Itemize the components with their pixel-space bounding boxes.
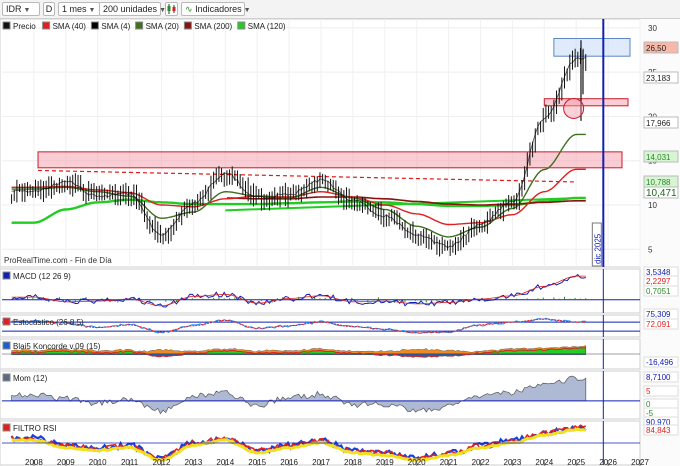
x-tick-label: 2015 xyxy=(248,458,266,466)
candlestick-icon-svg xyxy=(167,4,176,14)
panel-title: Blai5 Koncorde v.09 (15) xyxy=(13,342,101,351)
panel-tag-label: -16,496 xyxy=(646,358,674,367)
chevron-down-icon: ▼ xyxy=(243,7,251,14)
x-tick-label: 2024 xyxy=(535,458,553,466)
x-tick-label: 2016 xyxy=(280,458,298,466)
x-tick-label: 2018 xyxy=(344,458,362,466)
toolbar: IDR ▼ D 1 mes ▼ 200 unidades ▼ ∿ Indicadore… xyxy=(0,0,680,19)
symbol-label: IDR xyxy=(6,4,22,14)
x-tick-label: 2011 xyxy=(121,458,139,466)
x-tick-label: 2013 xyxy=(185,458,203,466)
x-tick-label: 2009 xyxy=(57,458,75,466)
x-tick-label: 2026 xyxy=(599,458,617,466)
highlight-circle xyxy=(563,97,585,119)
legend-swatch xyxy=(90,21,99,30)
x-tick-label: 2012 xyxy=(153,458,171,466)
chevron-down-icon: ▼ xyxy=(88,7,96,14)
x-tick-label: 2023 xyxy=(504,458,522,466)
period-label: 1 mes xyxy=(62,4,87,14)
x-tick-label: 2014 xyxy=(216,458,234,466)
legend-swatch xyxy=(183,21,192,30)
price-tag-label: 23,183 xyxy=(646,74,671,83)
panel-mom: Mom (12) 8,710050-5 xyxy=(0,370,679,420)
indicator-panels: MACD (12 26 9) 3,53482,22970,7051 Estocást… xyxy=(0,266,679,466)
x-tick-label: 2027 xyxy=(631,458,649,466)
legend-label: SMA (120) xyxy=(248,22,286,31)
panel-frame xyxy=(0,314,641,338)
price-tag-label: 17,966 xyxy=(646,119,671,128)
panel-tag-label: 5 xyxy=(646,387,651,396)
panel-title: Estocástico (26 8 5) xyxy=(13,318,84,327)
indicators-button[interactable]: ∿ Indicadores ▼ xyxy=(181,2,251,16)
panel-tag-label: 84,843 xyxy=(646,426,671,435)
panel-macd: MACD (12 26 9) 3,53482,22970,7051 xyxy=(0,266,679,314)
panel-tag-label: 0,7051 xyxy=(646,287,671,296)
price-tag-label: 10,788 xyxy=(646,178,671,187)
panel-title: FILTRO RSI xyxy=(13,424,56,433)
units-label: 200 unidades xyxy=(103,4,158,14)
vertical-marker-label: dic 2025 xyxy=(593,233,602,264)
x-tick-label: 2020 xyxy=(408,458,426,466)
panel-tag-label: 8,7100 xyxy=(646,373,671,382)
resistance-zone-red xyxy=(37,151,623,169)
panel-tag-label: 2,2297 xyxy=(646,277,671,286)
y-tick-label: 5 xyxy=(648,245,653,254)
legend-label: SMA (200) xyxy=(194,22,232,31)
panel-tag-label: 75,309 xyxy=(646,310,671,319)
x-tick-label: 2022 xyxy=(472,458,490,466)
panel-title: Mom (12) xyxy=(13,374,48,383)
panel-frame xyxy=(0,268,641,314)
panel-title: MACD (12 26 9) xyxy=(13,272,71,281)
units-selector[interactable]: 200 unidades ▼ xyxy=(99,2,166,16)
price-tag-label: 26,50 xyxy=(646,44,667,53)
legend-label: Precio xyxy=(13,22,36,31)
source-label: ProRealTime.com - Fin de Día xyxy=(4,256,112,265)
panel-legend-swatch xyxy=(2,317,11,326)
panel-tag-label: 72,091 xyxy=(646,320,671,329)
x-tick-label: 2025 xyxy=(567,458,585,466)
panel-legend-swatch xyxy=(2,341,11,350)
target-zone-blue xyxy=(553,37,631,57)
y-tick-label: 30 xyxy=(648,24,657,33)
d-button[interactable]: D xyxy=(43,2,55,16)
chart-area[interactable]: 51015202530dic 2025PrecioSMA (40)SMA (4)… xyxy=(0,19,680,466)
panel-legend-swatch xyxy=(2,423,11,432)
legend-label: SMA (20) xyxy=(146,22,180,31)
period-selector[interactable]: 1 mes ▼ xyxy=(58,2,100,16)
x-tick-label: 2021 xyxy=(440,458,458,466)
indicator-wave-icon: ∿ xyxy=(185,4,193,14)
legend-swatch xyxy=(42,21,51,30)
chevron-down-icon: ▼ xyxy=(23,7,31,14)
panel-legend-swatch xyxy=(2,271,11,280)
x-tick-label: 2019 xyxy=(376,458,394,466)
candlestick-icon[interactable] xyxy=(165,2,178,16)
price-tag-label: 14,031 xyxy=(646,153,671,162)
legend-label: SMA (40) xyxy=(53,22,87,31)
legend-swatch xyxy=(2,21,11,30)
symbol-selector[interactable]: IDR ▼ xyxy=(2,2,40,16)
legend-swatch xyxy=(135,21,144,30)
legend-label: SMA (4) xyxy=(101,22,130,31)
panel-legend-swatch xyxy=(2,373,11,382)
indicators-label: Indicadores xyxy=(195,4,242,14)
x-tick-label: 2017 xyxy=(312,458,330,466)
legend-swatch xyxy=(237,21,246,30)
y-tick-label: 10 xyxy=(648,201,657,210)
price-tag-label: 10,471 xyxy=(646,188,677,199)
x-tick-label: 2008 xyxy=(25,458,43,466)
x-tick-label: 2010 xyxy=(89,458,107,466)
panel-konc: Blai5 Koncorde v.09 (15) -16,496 xyxy=(0,338,679,370)
